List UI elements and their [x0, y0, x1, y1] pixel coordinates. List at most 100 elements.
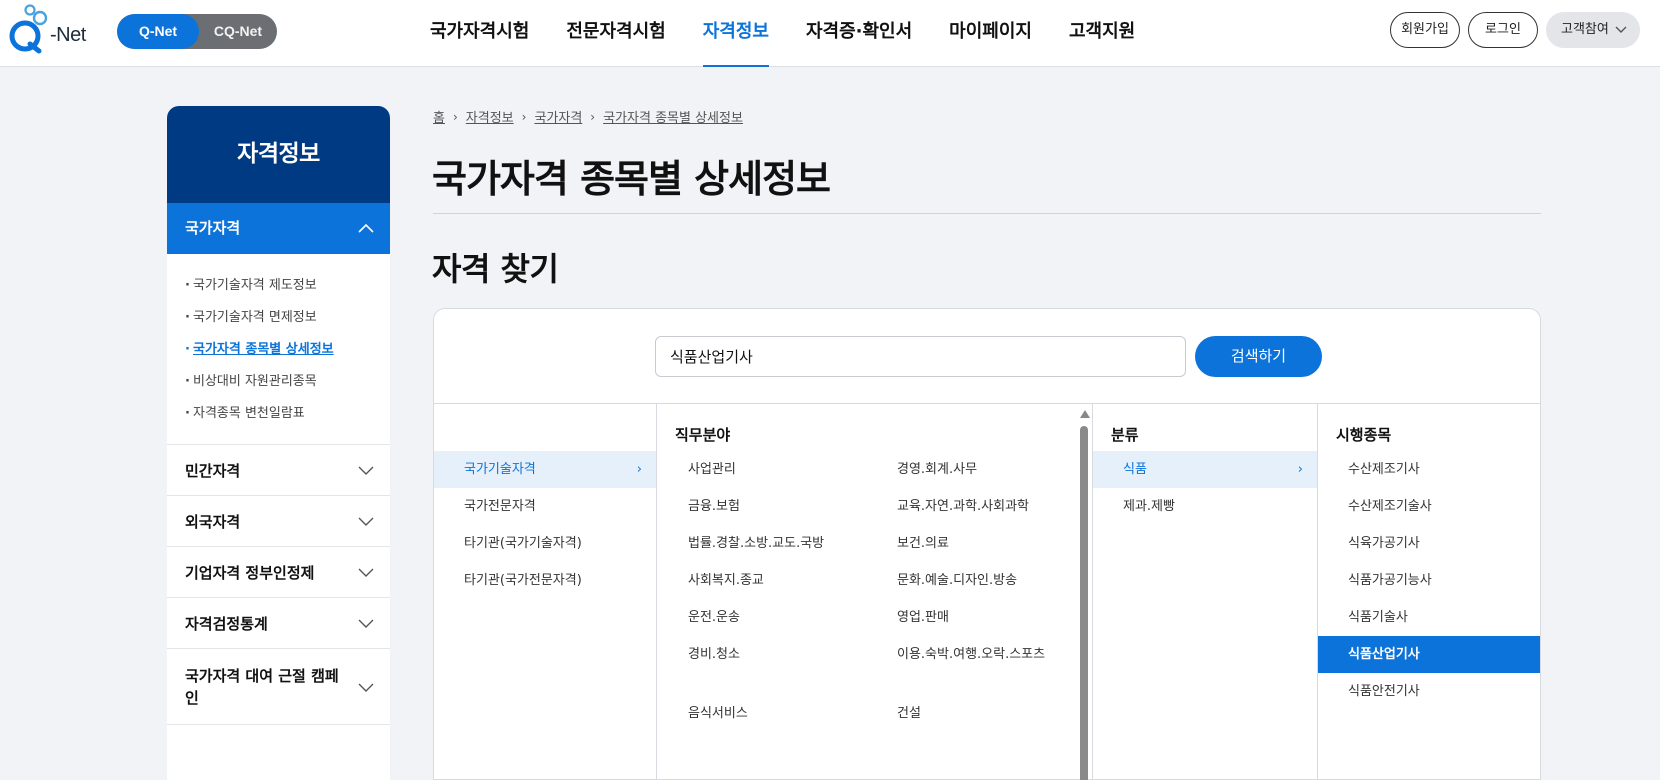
top-header: -Net Q-Net CQ-Net 국가자격시험 전문자격시험 자격정보 자격증…: [0, 0, 1660, 67]
side-menu-title: 자격정보: [167, 106, 390, 203]
global-nav: 국가자격시험 전문자격시험 자격정보 자격증·확인서 마이페이지 고객지원: [430, 0, 1172, 67]
title-divider: [433, 213, 1541, 214]
site-toggle[interactable]: Q-Net CQ-Net: [117, 14, 277, 49]
field-item[interactable]: 사회복지.종교: [688, 571, 838, 591]
side-menu: 자격정보 국가자격 국가기술자격 제도정보 국가기술자격 면제정보 국가자격 종…: [167, 106, 390, 780]
type-item-label: 국가기술자격: [464, 462, 536, 477]
exam-column: 시행종목 수산제조기사 수산제조기술사 식육가공기사 식품가공기능사 식품기술사…: [1318, 404, 1540, 780]
utility-nav: 회원가입 로그인 고객참여: [1390, 12, 1640, 48]
exam-item[interactable]: 식육가공기사: [1318, 525, 1540, 562]
breadcrumb: 홈 › 자격정보 › 국가자격 › 국가자격 종목별 상세정보: [433, 107, 743, 127]
category-header: 분류: [1111, 426, 1139, 444]
category-item-label: 식품: [1123, 462, 1147, 477]
field-item[interactable]: 이용.숙박.여행.오락.스포츠: [897, 645, 1047, 665]
field-item[interactable]: 교육.자연.과학.사회과학: [897, 497, 1067, 517]
side-section-statistics[interactable]: 자격검정통계: [167, 598, 390, 649]
type-item[interactable]: 국가전문자격: [434, 488, 656, 525]
side-sub-item-system[interactable]: 국가기술자격 제도정보: [185, 270, 390, 302]
field-item[interactable]: 영업.판매: [897, 608, 1047, 628]
breadcrumb-current[interactable]: 국가자격 종목별 상세정보: [603, 107, 743, 126]
chevron-down-icon: [358, 461, 374, 483]
side-submenu: 국가기술자격 제도정보 국가기술자격 면제정보 국가자격 종목별 상세정보 비상…: [167, 254, 390, 445]
side-section-label: 외국자격: [185, 512, 241, 531]
field-item[interactable]: 경영.회계.사무: [897, 460, 1047, 480]
side-sub-item-history[interactable]: 자격종목 변천일람표: [185, 398, 390, 430]
exam-item[interactable]: 식품안전기사: [1318, 673, 1540, 710]
side-section-label: 민간자격: [185, 461, 241, 480]
gnb-mypage[interactable]: 마이페이지: [949, 0, 1032, 67]
gnb-certificate[interactable]: 자격증·확인서: [806, 0, 912, 67]
chevron-right-icon: ›: [452, 109, 458, 124]
side-section-national[interactable]: 국가자격: [167, 203, 390, 254]
side-section-label: 기업자격 정부인정제: [185, 563, 315, 582]
field-item[interactable]: 경비.청소: [688, 645, 838, 665]
type-column: 국가기술자격 › 국가전문자격 타기관(국가기술자격) 타기관(국가전문자격): [434, 404, 657, 780]
exam-item[interactable]: 식품기술사: [1318, 599, 1540, 636]
side-sub-item-detail[interactable]: 국가자격 종목별 상세정보: [185, 334, 390, 366]
exam-item[interactable]: 수산제조기사: [1318, 451, 1540, 488]
side-section-private[interactable]: 민간자격: [167, 445, 390, 496]
login-button[interactable]: 로그인: [1468, 12, 1538, 48]
toggle-qnet[interactable]: Q-Net: [117, 14, 199, 49]
field-header: 직무분야: [675, 426, 731, 444]
exam-header: 시행종목: [1336, 426, 1392, 444]
breadcrumb-national[interactable]: 국가자격: [534, 107, 582, 126]
type-item[interactable]: 타기관(국가전문자격): [434, 562, 656, 599]
breadcrumb-info[interactable]: 자격정보: [466, 107, 514, 126]
gnb-national-exam[interactable]: 국가자격시험: [430, 0, 529, 67]
exam-item-selected[interactable]: 식품산업기사: [1318, 636, 1540, 673]
chevron-down-icon: [358, 512, 374, 534]
field-item[interactable]: 법률.경찰.소방.교도.국방: [688, 534, 858, 554]
q-net-logo[interactable]: -Net: [6, 4, 90, 54]
field-item[interactable]: 금융.보험: [688, 497, 838, 517]
type-item-selected[interactable]: 국가기술자격 ›: [434, 451, 656, 488]
logo-text: -Net: [50, 24, 86, 46]
page-title: 국가자격 종목별 상세정보: [432, 157, 831, 201]
field-item[interactable]: 건설: [897, 704, 1047, 724]
category-columns: 국가기술자격 › 국가전문자격 타기관(국가기술자격) 타기관(국가전문자격) …: [434, 403, 1540, 780]
gnb-support[interactable]: 고객지원: [1069, 0, 1135, 67]
side-section-corporate[interactable]: 기업자격 정부인정제: [167, 547, 390, 598]
chevron-right-icon: ›: [590, 109, 596, 124]
side-section-label: 국가자격: [185, 219, 241, 237]
category-column: 분류 식품 › 제과.제빵: [1093, 404, 1318, 780]
side-section-campaign[interactable]: 국가자격 대여 근절 캠페인: [167, 649, 390, 725]
chevron-right-icon: ›: [1297, 462, 1303, 477]
scroll-up-arrow-icon[interactable]: [1080, 410, 1090, 418]
exam-item[interactable]: 수산제조기술사: [1318, 488, 1540, 525]
side-section-label: 국가자격 대여 근절 캠페인: [185, 666, 339, 707]
qualification-search-panel: 검색하기 국가기술자격 › 국가전문자격 타기관(국가기술자격) 타기관(국가전…: [433, 308, 1541, 780]
gnb-professional-exam[interactable]: 전문자격시험: [566, 0, 665, 67]
field-column: 직무분야 사업관리 금융.보험 법률.경찰.소방.교도.국방 사회복지.종교 운…: [657, 404, 1093, 780]
chevron-up-icon: [358, 203, 374, 276]
search-button[interactable]: 검색하기: [1195, 336, 1322, 377]
gnb-qualification-info[interactable]: 자격정보: [702, 0, 770, 67]
chevron-down-icon: [1615, 13, 1627, 60]
join-button[interactable]: 회원가입: [1390, 12, 1460, 48]
feedback-dropdown[interactable]: 고객참여: [1546, 12, 1640, 48]
field-item[interactable]: 사업관리: [688, 460, 838, 480]
category-item[interactable]: 제과.제빵: [1093, 488, 1317, 525]
field-item[interactable]: 운전.운송: [688, 608, 838, 628]
field-item[interactable]: 문화.예술.디자인.방송: [897, 571, 1067, 591]
breadcrumb-home[interactable]: 홈: [433, 107, 445, 126]
scrollbar-thumb[interactable]: [1080, 426, 1088, 780]
feedback-label: 고객참여: [1561, 22, 1609, 37]
field-item[interactable]: 음식서비스: [688, 704, 838, 724]
exam-item[interactable]: 식품가공기능사: [1318, 562, 1540, 599]
chevron-right-icon: ›: [636, 462, 642, 477]
chevron-down-icon: [358, 678, 374, 704]
side-section-foreign[interactable]: 외국자격: [167, 496, 390, 547]
field-scrollbar[interactable]: [1077, 404, 1091, 780]
chevron-right-icon: ›: [521, 109, 527, 124]
chevron-down-icon: [358, 614, 374, 636]
section-title: 자격 찾기: [432, 250, 559, 288]
type-item[interactable]: 타기관(국가기술자격): [434, 525, 656, 562]
category-item-selected[interactable]: 식품 ›: [1093, 451, 1317, 488]
field-item[interactable]: 보건.의료: [897, 534, 1047, 554]
side-sub-item-exemption[interactable]: 국가기술자격 면제정보: [185, 302, 390, 334]
toggle-cqnet[interactable]: CQ-Net: [199, 14, 277, 49]
search-input[interactable]: [655, 336, 1186, 377]
side-sub-item-emergency[interactable]: 비상대비 자원관리종목: [185, 366, 390, 398]
side-section-label: 자격검정통계: [185, 614, 268, 633]
